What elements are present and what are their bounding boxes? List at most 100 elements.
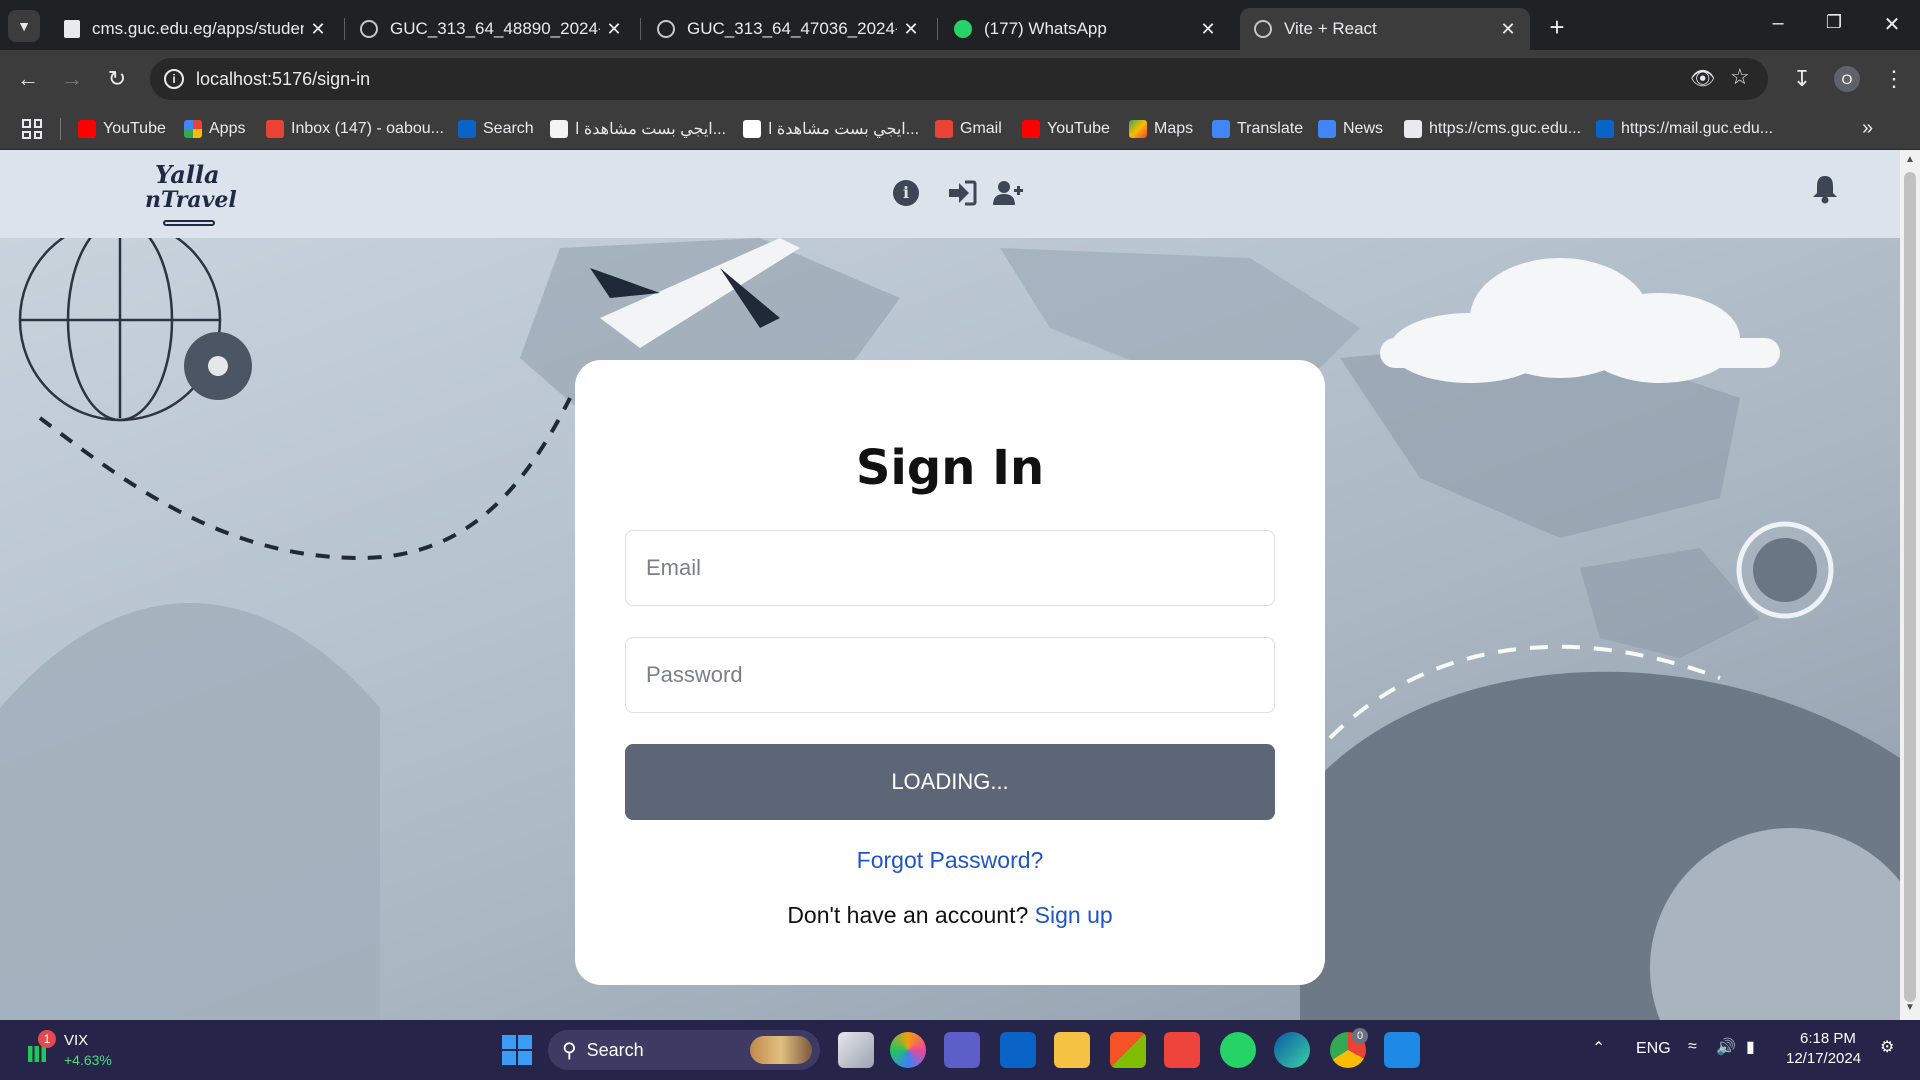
password-field[interactable] (625, 637, 1275, 713)
bookmark-egybest-2[interactable]: ايجي بست مشاهدة ا... (743, 117, 919, 141)
bookmark-egybest-1[interactable]: ايجي بست مشاهدة ا... (550, 117, 726, 141)
double-chevron-right-icon: » (1862, 117, 1874, 139)
chrome-icon[interactable]: 0 (1330, 1028, 1368, 1068)
tab-search-button[interactable]: ▼ (8, 10, 40, 42)
clock-date[interactable]: 12/17/2024 (1786, 1050, 1861, 1067)
anydesk-icon[interactable] (1164, 1032, 1200, 1068)
stock-widget[interactable]: 1 VIX +4.63% (20, 1028, 160, 1074)
close-icon[interactable]: ✕ (600, 19, 628, 40)
stock-chart-icon (28, 1046, 46, 1062)
bookmark-inbox[interactable]: Inbox (147) - oabou... (266, 117, 444, 141)
close-icon[interactable]: ✕ (1494, 19, 1522, 40)
vscode-icon[interactable] (1384, 1032, 1420, 1068)
bookmark-label: Search (483, 120, 534, 137)
youtube-icon (1022, 120, 1040, 138)
show-hidden-icons[interactable]: ⌃ (1592, 1038, 1605, 1058)
menu-button[interactable]: ⋮ (1878, 63, 1910, 95)
taskbar-search[interactable]: ⚲ Search (548, 1030, 820, 1070)
logo[interactable]: Yalla nTravel (145, 160, 237, 232)
bookmark-youtube-2[interactable]: YouTube (1022, 117, 1110, 141)
bookmark-cms[interactable]: https://cms.guc.edu... (1404, 117, 1581, 141)
restore-button[interactable]: ❐ (1816, 12, 1852, 38)
window-close-button[interactable]: ✕ (1874, 12, 1910, 38)
sign-up-link[interactable]: Sign up (1035, 902, 1113, 928)
browser-tab[interactable]: GUC_313_64_48890_2024-11-2 ✕ (346, 8, 636, 50)
downloads-button[interactable]: ↧ (1786, 63, 1818, 95)
forgot-password-link[interactable]: Forgot Password? (575, 847, 1325, 874)
teams-icon[interactable] (944, 1032, 980, 1068)
tab-title: Vite + React (1284, 19, 1377, 38)
gmail-icon (935, 120, 953, 138)
scrollbar-thumb[interactable] (1904, 172, 1916, 1002)
youtube-icon (78, 120, 96, 138)
back-button[interactable]: ← (12, 63, 44, 95)
site-info-icon[interactable]: i (164, 69, 184, 89)
browser-tab[interactable]: GUC_313_64_47036_2024-11-0 ✕ (643, 8, 933, 50)
page-viewport: Yalla nTravel i Sign In Email LOADING...… (0, 150, 1900, 1020)
star-icon[interactable]: ☆ (1730, 64, 1750, 90)
email-field[interactable] (625, 530, 1275, 606)
bookmark-gmail[interactable]: Gmail (935, 117, 1002, 141)
bookmark-news[interactable]: News (1318, 117, 1383, 141)
language-indicator[interactable]: ENG (1636, 1040, 1671, 1058)
scroll-down-icon[interactable]: ▼ (1905, 1002, 1915, 1013)
globe-icon (1254, 20, 1272, 38)
whatsapp-icon[interactable] (1220, 1032, 1256, 1068)
tab-title: cms.guc.edu.eg/apps/student/C (92, 19, 304, 38)
search-icon: ⚲ (562, 1039, 577, 1062)
bookmark-label: Inbox (147) - oabou... (291, 120, 444, 137)
apps-grid-icon[interactable] (22, 119, 42, 139)
new-tab-button[interactable]: + (1540, 10, 1574, 44)
whatsapp-icon (954, 20, 972, 38)
bookmark-mail[interactable]: https://mail.guc.edu... (1596, 117, 1773, 141)
news-icon (1318, 120, 1336, 138)
logo-text-line1: Yalla (155, 160, 220, 189)
kebab-menu-icon: ⋮ (1883, 66, 1905, 91)
bookmark-apps[interactable]: Apps (184, 117, 245, 141)
outlook-icon[interactable] (1000, 1032, 1036, 1068)
sign-in-nav-button[interactable] (947, 180, 977, 210)
url-text[interactable]: localhost:5176/sign-in (196, 69, 370, 90)
battery-icon[interactable]: ▮ (1746, 1037, 1755, 1057)
profile-avatar[interactable]: O (1834, 66, 1860, 92)
eye-off-icon[interactable]: 👁 (1690, 66, 1715, 91)
address-bar[interactable]: i localhost:5176/sign-in 👁 ☆ (150, 58, 1768, 100)
bookmark-label: YouTube (103, 120, 166, 137)
scroll-up-icon[interactable]: ▲ (1905, 154, 1915, 165)
close-icon[interactable]: ✕ (304, 19, 332, 40)
bookmark-youtube[interactable]: YouTube (78, 117, 166, 141)
page-scrollbar[interactable]: ▲ ▼ (1900, 150, 1920, 1020)
forward-button[interactable]: → (56, 63, 88, 95)
wifi-icon[interactable]: ≈ (1688, 1038, 1697, 1056)
page-title: Sign In (855, 440, 1045, 496)
bookmark-translate[interactable]: Translate (1212, 117, 1303, 141)
sign-up-nav-button[interactable] (993, 180, 1023, 210)
copilot-icon[interactable] (890, 1032, 926, 1068)
notifications-button[interactable] (1812, 174, 1838, 209)
app-navbar: Yalla nTravel i (0, 150, 1900, 238)
reload-button[interactable]: ↻ (101, 63, 133, 95)
start-button[interactable] (502, 1035, 532, 1065)
close-icon[interactable]: ✕ (1194, 19, 1222, 40)
arrow-left-icon: ← (17, 66, 39, 91)
bookmark-maps[interactable]: Maps (1129, 117, 1193, 141)
browser-tab[interactable]: cms.guc.edu.eg/apps/student/C ✕ (50, 8, 340, 50)
minimize-icon: – (1772, 12, 1784, 34)
notification-center-icon[interactable]: ⚙ (1880, 1037, 1894, 1057)
volume-icon[interactable]: 🔊 (1716, 1037, 1736, 1057)
page-icon (64, 20, 80, 38)
clock-time[interactable]: 6:18 PM (1800, 1030, 1856, 1047)
microsoft-store-icon[interactable] (1110, 1032, 1146, 1068)
file-explorer-icon[interactable] (1054, 1032, 1090, 1068)
more-bookmarks-button[interactable]: » (1862, 117, 1873, 140)
edge-icon[interactable] (1274, 1032, 1310, 1068)
browser-tab-active[interactable]: Vite + React ✕ (1240, 8, 1530, 50)
bookmark-search[interactable]: Search (458, 117, 534, 141)
close-icon[interactable]: ✕ (897, 19, 925, 40)
task-view-icon[interactable] (838, 1032, 874, 1068)
info-nav-button[interactable]: i (893, 180, 923, 210)
browser-tab-strip: ▼ cms.guc.edu.eg/apps/student/C ✕ GUC_31… (0, 0, 1920, 50)
sign-in-button[interactable]: LOADING... (625, 744, 1275, 820)
browser-tab[interactable]: (177) WhatsApp ✕ (940, 8, 1230, 50)
minimize-button[interactable]: – (1760, 12, 1796, 38)
